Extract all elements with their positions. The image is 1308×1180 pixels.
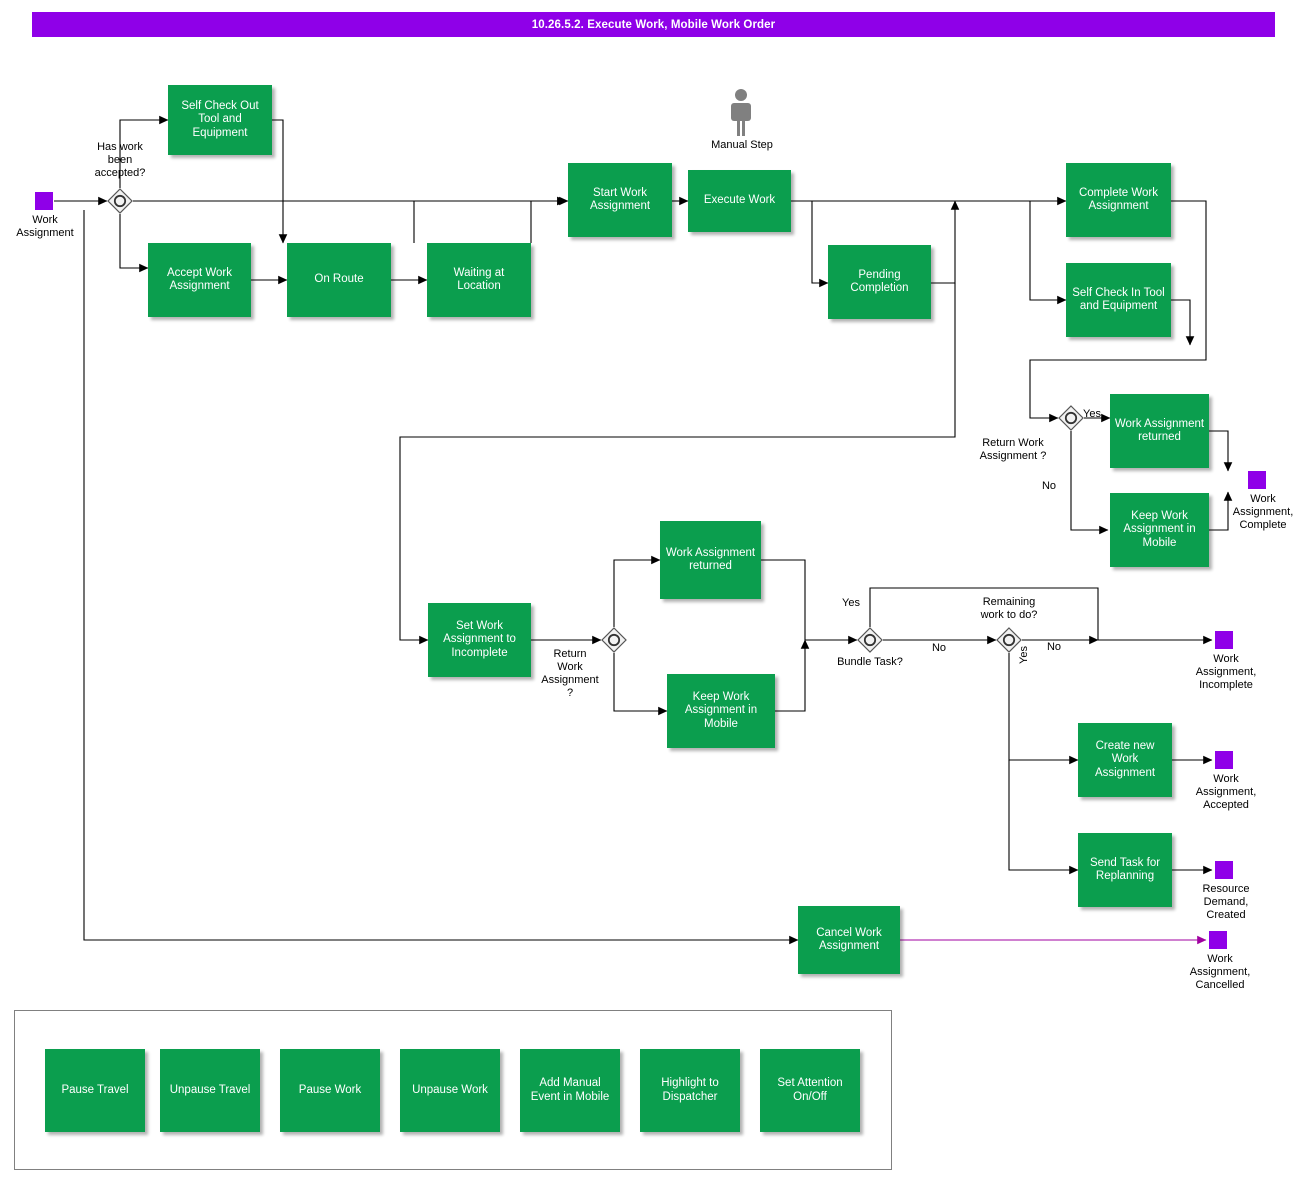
- gateway-return-work-assignment-1-label: Return Work Assignment ?: [979, 437, 1047, 462]
- gateway-bundle-task-label: Bundle Task?: [837, 656, 903, 668]
- task-pending-completion[interactable]: Pending Completion: [828, 245, 931, 319]
- edge-label-yes-return-1: Yes: [1083, 408, 1101, 420]
- task-complete-work-assignment[interactable]: Complete Work Assignment: [1066, 163, 1171, 237]
- task-start-work-assignment[interactable]: Start Work Assignment: [568, 163, 672, 237]
- legend-task-pause-work[interactable]: Pause Work: [280, 1049, 380, 1132]
- gateway-has-work-been-accepted[interactable]: [107, 188, 133, 214]
- work-assignment-cancelled-end-label: Work Assignment, Cancelled: [1189, 953, 1251, 991]
- gateway-remaining-work-to-do-label: Remaining work to do?: [980, 596, 1038, 621]
- legend-task-unpause-work[interactable]: Unpause Work: [400, 1049, 500, 1132]
- work-assignment-accepted-end-label: Work Assignment, Accepted: [1195, 773, 1257, 811]
- task-accept-work-assignment[interactable]: Accept Work Assignment: [148, 243, 251, 317]
- task-on-route[interactable]: On Route: [287, 243, 391, 317]
- legend-task-add-manual-event-in-mobile[interactable]: Add Manual Event in Mobile: [520, 1049, 620, 1132]
- gateway-has-work-been-accepted-label: Has work been accepted?: [94, 141, 146, 179]
- edge-label-yes-bundle: Yes: [842, 597, 860, 609]
- task-cancel-work-assignment[interactable]: Cancel Work Assignment: [798, 906, 900, 974]
- task-work-assignment-returned-1[interactable]: Work Assignment returned: [1110, 394, 1209, 468]
- work-assignment-incomplete-end-label: Work Assignment, Incomplete: [1195, 653, 1257, 691]
- task-work-assignment-returned-2[interactable]: Work Assignment returned: [660, 521, 761, 599]
- task-execute-work[interactable]: Execute Work: [688, 170, 791, 232]
- edge-label-no-bundle: No: [931, 642, 947, 654]
- task-send-task-for-replanning[interactable]: Send Task for Replanning: [1078, 833, 1172, 907]
- task-waiting-at-location[interactable]: Waiting at Location: [427, 243, 531, 317]
- edge-label-no-return-1: No: [1041, 480, 1057, 492]
- task-keep-work-assignment-in-mobile-2[interactable]: Keep Work Assignment in Mobile: [667, 674, 775, 748]
- legend-task-unpause-travel[interactable]: Unpause Travel: [160, 1049, 260, 1132]
- task-set-work-assignment-to-incomplete[interactable]: Set Work Assignment to Incomplete: [428, 603, 531, 677]
- work-assignment-complete-end-label: Work Assignment, Complete: [1232, 493, 1294, 531]
- edge-label-yes-remaining: Yes: [1018, 646, 1030, 664]
- legend-task-set-attention-on-off[interactable]: Set Attention On/Off: [760, 1049, 860, 1132]
- legend-task-pause-travel[interactable]: Pause Travel: [45, 1049, 145, 1132]
- gateway-return-work-assignment-2-label: Return Work Assignment ?: [541, 648, 599, 699]
- page-title: 10.26.5.2. Execute Work, Mobile Work Ord…: [32, 12, 1275, 37]
- resource-demand-created-end-label: Resource Demand, Created: [1202, 883, 1250, 921]
- task-self-check-out-tool-and-equipment[interactable]: Self Check Out Tool and Equipment: [168, 85, 272, 155]
- manual-step-annotation-label: Manual Step: [711, 139, 773, 151]
- task-keep-work-assignment-in-mobile-1[interactable]: Keep Work Assignment in Mobile: [1110, 493, 1209, 567]
- task-self-check-in-tool-and-equipment[interactable]: Self Check In Tool and Equipment: [1066, 263, 1171, 337]
- work-assignment-start[interactable]: [35, 192, 53, 210]
- edge-label-no-remaining: No: [1046, 641, 1062, 653]
- work-assignment-complete-end[interactable]: [1248, 471, 1266, 489]
- diagram-canvas: 10.26.5.2. Execute Work, Mobile Work Ord…: [0, 0, 1308, 1180]
- work-assignment-accepted-end[interactable]: [1215, 751, 1233, 769]
- task-create-new-work-assignment[interactable]: Create new Work Assignment: [1078, 723, 1172, 797]
- legend-task-highlight-to-dispatcher[interactable]: Highlight to Dispatcher: [640, 1049, 740, 1132]
- work-assignment-incomplete-end[interactable]: [1215, 631, 1233, 649]
- work-assignment-start-label: Work Assignment: [16, 214, 74, 239]
- manual-step-icon: [731, 89, 751, 136]
- resource-demand-created-end[interactable]: [1215, 861, 1233, 879]
- gateway-bundle-task[interactable]: [857, 627, 883, 653]
- work-assignment-cancelled-end[interactable]: [1209, 931, 1227, 949]
